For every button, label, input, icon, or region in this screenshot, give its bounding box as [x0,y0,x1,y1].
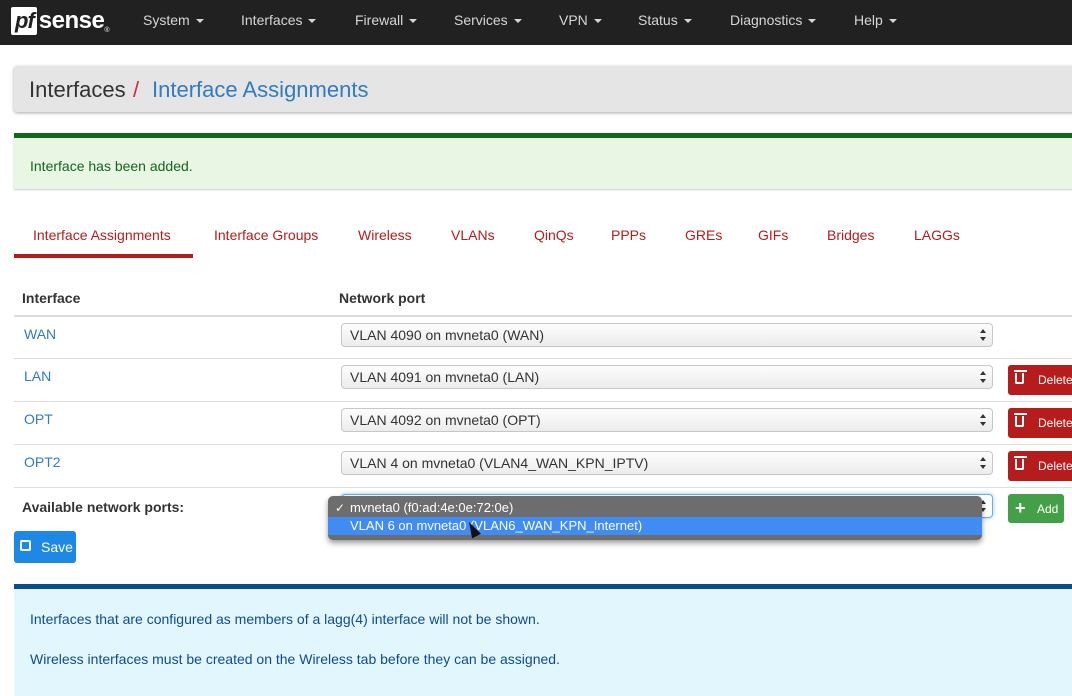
header-divider [14,315,1072,317]
info-text-lagg: Interfaces that are configured as member… [30,611,540,627]
pfsense-logo[interactable]: pf sense ® [11,6,110,36]
nav-system-menu[interactable]: System [143,12,204,28]
select-updown-icon [980,329,986,341]
interface-link-wan[interactable]: WAN [24,326,56,342]
nav-label: Diagnostics [730,12,803,28]
info-alert: Interfaces that are configured as member… [14,584,1072,696]
tab-laggs[interactable]: LAGGs [914,227,960,243]
caret-down-icon [808,19,817,24]
interface-link-opt[interactable]: OPT [24,411,53,427]
breadcrumb: Interfaces / Interface Assignments [14,66,1072,112]
tab-vlans[interactable]: VLANs [451,227,495,243]
delete-button-lan[interactable]: Delete [1008,365,1072,395]
interface-link-lan[interactable]: LAN [24,368,51,384]
row-divider [14,401,1072,402]
dropdown-option-vlan6[interactable]: VLAN 6 on mvneta0 (VLAN6_WAN_KPN_Interne… [328,517,982,535]
breadcrumb-current-link[interactable]: Interface Assignments [152,77,368,103]
tab-interface-assignments[interactable]: Interface Assignments [33,227,171,243]
tab-gifs[interactable]: GIFs [758,227,788,243]
option-label: VLAN 6 on mvneta0 (VLAN6_WAN_KPN_Interne… [350,518,643,533]
caret-down-icon [683,19,692,24]
caret-down-icon [513,19,522,24]
delete-label: Delete [1038,459,1072,473]
interface-link-opt2[interactable]: OPT2 [24,454,61,470]
floppy-disk-icon [20,540,31,551]
tab-ppps[interactable]: PPPs [611,227,646,243]
nav-services-menu[interactable]: Services [454,12,522,28]
row-divider [14,487,1072,488]
row-divider [14,444,1072,445]
tab-gres[interactable]: GREs [685,227,722,243]
save-label: Save [41,539,73,555]
column-header-interface: Interface [22,290,81,306]
top-navbar: pf sense ® System Interfaces Firewall Se… [0,0,1072,45]
nav-vpn-menu[interactable]: VPN [559,12,602,28]
logo-pf: pf [11,7,37,35]
column-header-network-port: Network port [339,290,426,306]
network-port-select-lan[interactable]: VLAN 4091 on mvneta0 (LAN) [341,365,993,389]
dropdown-option-mvneta0[interactable]: ✓ mvneta0 (f0:ad:4e:0e:72:0e) [328,499,982,517]
network-port-select-opt[interactable]: VLAN 4092 on mvneta0 (OPT) [341,408,993,432]
select-updown-icon [980,371,986,383]
available-ports-dropdown-list: ✓ mvneta0 (f0:ad:4e:0e:72:0e) VLAN 6 on … [328,496,982,540]
nav-label: Help [854,12,883,28]
caret-down-icon [308,19,317,24]
select-value: VLAN 4 on mvneta0 (VLAN4_WAN_KPN_IPTV) [350,455,649,471]
trash-icon [1014,370,1027,384]
logo-sense: sense [38,7,105,34]
nav-help-menu[interactable]: Help [854,12,897,28]
caret-down-icon [409,19,418,24]
info-text-wireless: Wireless interfaces must be created on t… [30,651,560,667]
trash-icon [1014,413,1027,427]
delete-label: Delete [1038,416,1072,430]
plus-icon: + [1015,498,1026,518]
add-label: Add [1037,502,1059,516]
success-alert-text: Interface has been added. [30,158,193,174]
breadcrumb-separator: / [133,77,140,102]
caret-down-icon [888,19,897,24]
active-tab-indicator [14,254,193,258]
breadcrumb-parent: Interfaces [29,77,126,102]
nav-label: Interfaces [241,12,303,28]
row-divider [14,358,1072,359]
select-value: VLAN 4091 on mvneta0 (LAN) [350,369,540,385]
nav-firewall-menu[interactable]: Firewall [355,12,418,28]
caret-down-icon [195,19,204,24]
delete-button-opt[interactable]: Delete [1008,408,1072,438]
tab-qinqs[interactable]: QinQs [534,227,574,243]
trash-icon [1014,456,1027,470]
caret-down-icon [593,19,602,24]
nav-label: System [143,12,190,28]
nav-label: VPN [559,12,588,28]
logo-trademark: ® [104,27,110,34]
select-value: VLAN 4092 on mvneta0 (OPT) [350,412,541,428]
nav-label: Firewall [355,12,404,28]
nav-label: Services [454,12,508,28]
option-label: mvneta0 (f0:ad:4e:0e:72:0e) [350,500,514,515]
nav-status-menu[interactable]: Status [638,12,692,28]
tab-bridges[interactable]: Bridges [827,227,874,243]
success-alert: Interface has been added. [14,133,1072,189]
select-updown-icon [980,457,986,469]
add-button[interactable]: + Add [1008,494,1064,523]
nav-interfaces-menu[interactable]: Interfaces [241,12,317,28]
delete-button-opt2[interactable]: Delete [1008,451,1072,481]
available-ports-label: Available network ports: [22,499,185,515]
select-value: VLAN 4090 on mvneta0 (WAN) [350,327,545,343]
check-icon: ✓ [335,501,346,515]
nav-diagnostics-menu[interactable]: Diagnostics [730,12,817,28]
tab-interface-groups[interactable]: Interface Groups [214,227,318,243]
nav-label: Status [638,12,678,28]
network-port-select-wan[interactable]: VLAN 4090 on mvneta0 (WAN) [341,323,993,347]
tab-wireless[interactable]: Wireless [358,227,412,243]
delete-label: Delete [1038,373,1072,387]
select-updown-icon [980,414,986,426]
save-button[interactable]: Save [14,531,76,563]
network-port-select-opt2[interactable]: VLAN 4 on mvneta0 (VLAN4_WAN_KPN_IPTV) [341,451,993,475]
